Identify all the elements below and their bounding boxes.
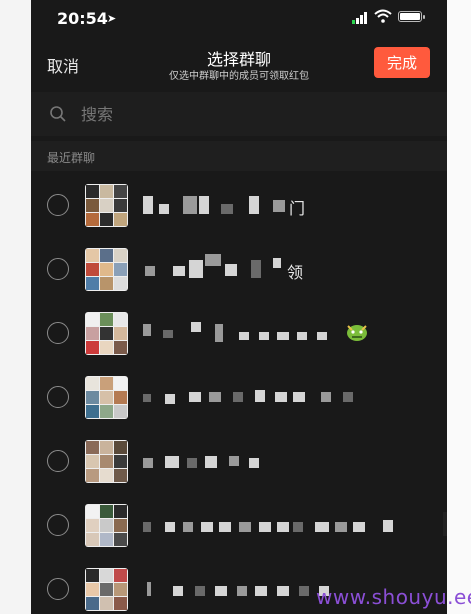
group-row[interactable] <box>31 302 447 366</box>
phone-screen: 20:54 ➤ 取消 选择群聊 仅选中群聊中的成员可领取红包 完成 最近群聊 <box>31 0 447 614</box>
select-radio[interactable] <box>47 194 69 216</box>
select-radio[interactable] <box>47 322 69 344</box>
select-radio[interactable] <box>47 514 69 536</box>
nav-bar: 取消 选择群聊 仅选中群聊中的成员可领取红包 完成 <box>31 40 447 88</box>
group-avatar <box>85 504 128 547</box>
select-radio[interactable] <box>47 258 69 280</box>
group-row[interactable] <box>31 430 447 494</box>
group-row[interactable] <box>31 366 447 430</box>
section-label: 最近群聊 <box>47 151 96 165</box>
group-name <box>143 510 433 540</box>
page-margin <box>447 0 471 614</box>
select-radio[interactable] <box>47 450 69 472</box>
group-name <box>143 446 433 476</box>
edge-marker <box>443 512 447 536</box>
group-avatar <box>85 312 128 355</box>
group-row[interactable]: 领 <box>31 238 447 302</box>
status-time: 20:54 <box>57 9 108 28</box>
location-arrow-icon: ➤ <box>107 12 117 25</box>
group-avatar <box>85 568 128 611</box>
cancel-button[interactable]: 取消 <box>47 53 79 77</box>
group-avatar <box>85 440 128 483</box>
search-input[interactable] <box>81 102 411 126</box>
group-avatar <box>85 248 128 291</box>
status-bar: 20:54 ➤ <box>31 0 447 40</box>
group-name <box>143 382 433 412</box>
watermark-text: www.shouyu.ee <box>316 585 471 609</box>
select-radio[interactable] <box>47 386 69 408</box>
section-header: 最近群聊 <box>31 141 447 171</box>
group-name-visible-text: 领 <box>287 263 304 282</box>
group-row[interactable]: 门 <box>31 174 447 238</box>
group-name: 领 <box>143 254 433 284</box>
group-avatar <box>85 376 128 419</box>
page-subtitle: 仅选中群聊中的成员可领取红包 <box>169 71 309 82</box>
select-radio[interactable] <box>47 578 69 600</box>
battery-icon <box>398 11 425 22</box>
wifi-icon <box>374 9 392 23</box>
done-button[interactable]: 完成 <box>374 47 430 78</box>
group-row[interactable] <box>31 494 447 558</box>
group-avatar <box>85 184 128 227</box>
group-name: 门 <box>143 190 433 220</box>
cellular-signal-icon <box>352 12 368 24</box>
dragon-emoji-icon <box>347 325 367 341</box>
group-name-visible-text: 门 <box>289 199 306 218</box>
search-bar[interactable] <box>31 92 447 136</box>
search-icon <box>50 106 66 122</box>
group-name <box>143 318 433 348</box>
